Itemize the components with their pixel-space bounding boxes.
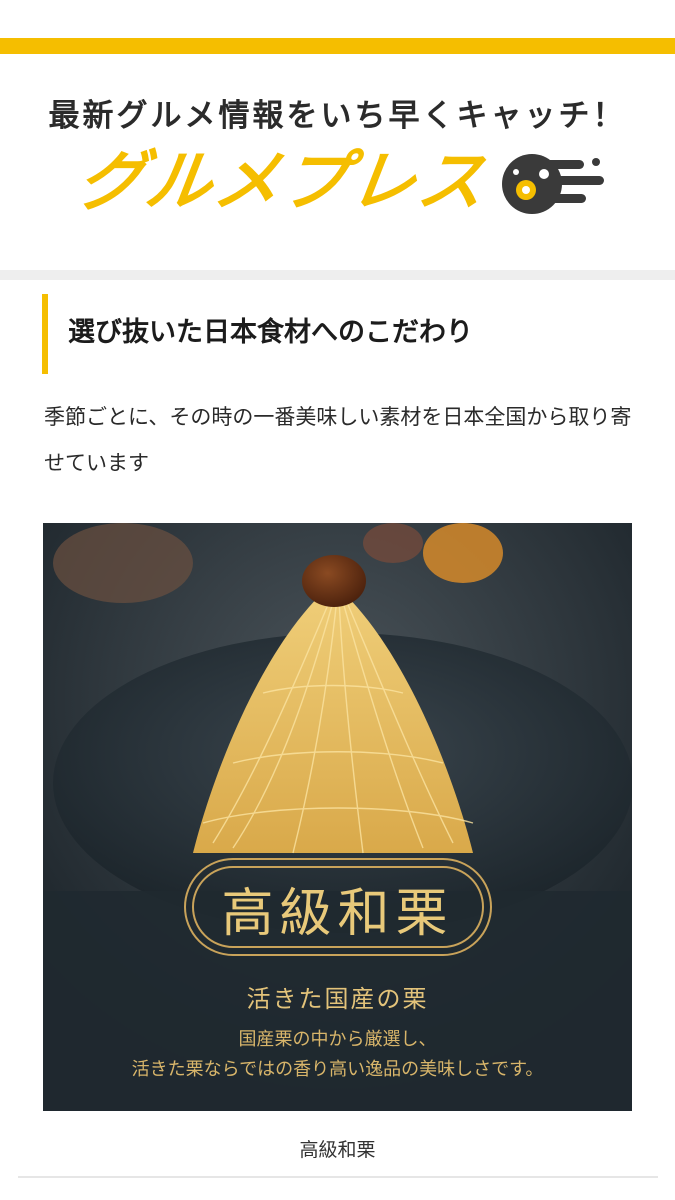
site-logo[interactable]: グルメプレス bbox=[73, 142, 618, 222]
article-description: 季節ごとに、その時の一番美味しい素材を日本全国から取り寄せています bbox=[44, 405, 632, 475]
header-separator bbox=[0, 270, 675, 280]
image-caption: 高級和栗 bbox=[299, 1139, 376, 1161]
image-subtitle: 活きた国産の栗 bbox=[246, 985, 429, 1013]
mont-blanc-illustration bbox=[43, 523, 632, 1111]
article-card: 選び抜いた日本食材へのこだわり 季節ごとに、その時の一番美味しい素材を日本全国か… bbox=[18, 280, 658, 1180]
logo-text: グルメプレス bbox=[72, 143, 492, 220]
title-accent: 選び抜いた日本食材へのこだわり bbox=[42, 294, 473, 374]
bottom-divider bbox=[18, 1176, 658, 1178]
header-tagline: 最新グルメ情報をいち早くキャッチ！ bbox=[48, 98, 627, 134]
article-title: 選び抜いた日本食材へのこだわり bbox=[68, 317, 473, 348]
top-accent-bar bbox=[0, 38, 675, 54]
image-line-1: 国産栗の中から厳選し、 bbox=[238, 1029, 437, 1050]
site-header: 最新グルメ情報をいち早くキャッチ！ グルメプレス bbox=[0, 54, 675, 270]
mont-blanc-image[interactable]: 高級和栗 活きた国産の栗 国産栗の中から厳選し、 活きた栗ならではの香り高い逸品… bbox=[43, 523, 632, 1111]
image-line-2: 活きた栗ならではの香り高い逸品の美味しさです。 bbox=[131, 1059, 544, 1080]
image-badge-text: 高級和栗 bbox=[221, 884, 454, 944]
speed-ball-logo-icon bbox=[502, 154, 604, 214]
